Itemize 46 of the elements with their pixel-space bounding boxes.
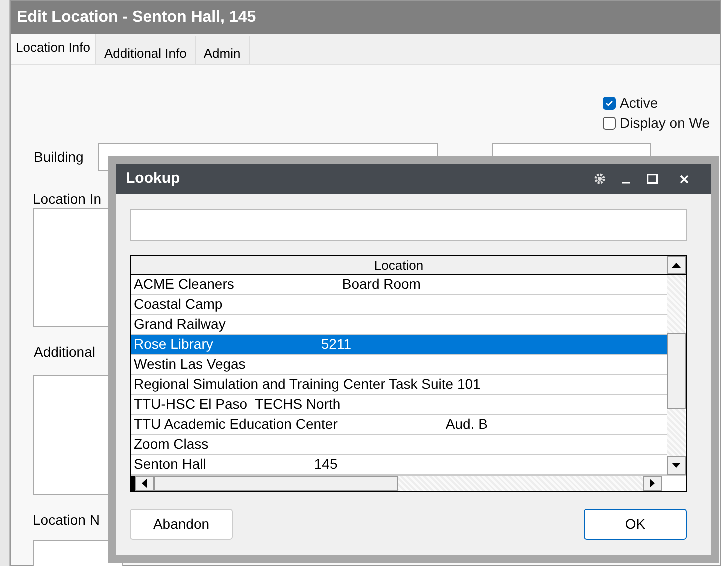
location-name: Coastal Camp [134,295,223,314]
scroll-thumb[interactable] [667,333,686,409]
scroll-up-button[interactable] [667,256,686,274]
room-number: 5211 [321,335,352,354]
room-number: Aud. B [446,415,488,434]
dialog-title: Lookup [126,168,182,189]
location-name: ACME Cleaners [134,275,234,294]
scroll-right-button[interactable] [643,476,662,491]
maximize-icon[interactable] [647,174,658,184]
location-name: TTU-HSC El Paso TECHS North [134,395,341,414]
field-label: Building [34,148,85,167]
right-arrow-icon [650,479,655,488]
field-label: Additional [34,343,96,362]
vertical-scrollbar[interactable] [667,275,686,475]
location-name: Grand Railway [134,315,226,334]
location-name: Westin Las Vegas [134,355,246,374]
room-number: Board Room [342,275,421,294]
checkbox-label: Display on We [620,114,710,133]
location-name: Regional Simulation and Training Center Task Suite 101 [134,375,481,394]
location-name: Rose Library [134,335,214,354]
scroll-thumb[interactable] [154,476,398,491]
location-name: Zoom Class [134,435,209,454]
gear-icon[interactable] [594,173,606,185]
list-row[interactable]: Rose Library 5211 [131,335,667,355]
column-header[interactable]: Location [131,256,667,274]
window-title: Edit Location - Senton Hall, 145 [11,1,720,34]
down-arrow-icon [672,463,681,468]
location-name: TTU Academic Education Center [134,415,338,434]
scroll-left-button[interactable] [135,476,154,491]
check-icon [605,98,614,108]
field-label: Location In [33,190,102,209]
ok-button[interactable]: OK [584,509,687,540]
abandon-button[interactable]: Abandon [130,509,233,540]
room-number: 145 [314,455,338,474]
location-name: Senton Hall [134,455,206,474]
search-field[interactable] [130,209,687,241]
checkbox[interactable] [603,96,616,110]
field-label: Location N [33,511,100,530]
tab[interactable]: Location Info [11,34,96,64]
scroll-down-button[interactable] [667,456,686,475]
checkbox[interactable] [603,116,616,130]
checkbox-label: Active [620,94,658,112]
up-arrow-icon [672,262,681,268]
left-arrow-icon [142,479,147,488]
close-icon[interactable] [680,174,689,184]
horizontal-scrollbar[interactable] [131,475,686,491]
